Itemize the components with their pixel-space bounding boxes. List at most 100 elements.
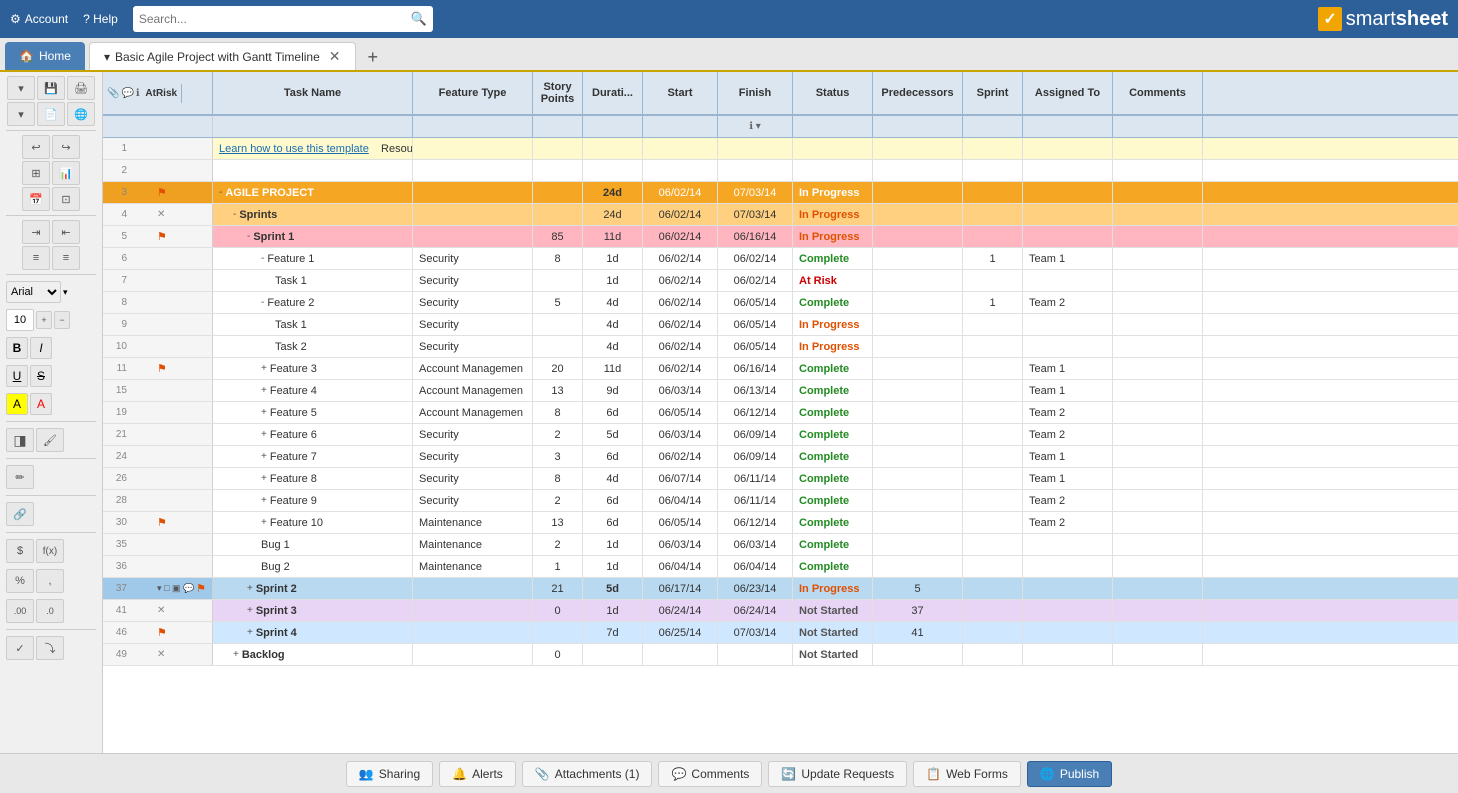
link-button[interactable]: 🔗: [6, 502, 34, 526]
task-name-cell[interactable]: Task 1: [213, 270, 413, 291]
duration-cell[interactable]: 6d: [583, 446, 643, 467]
sprint-cell[interactable]: [963, 556, 1023, 577]
start-cell[interactable]: 06/17/14: [643, 578, 718, 599]
assigned-to-cell[interactable]: Team 1: [1023, 248, 1113, 269]
status-cell[interactable]: Complete: [793, 248, 873, 269]
status-cell[interactable]: Complete: [793, 292, 873, 313]
sprint-cell[interactable]: [963, 380, 1023, 401]
save-button[interactable]: 💾: [37, 76, 65, 100]
finish-cell[interactable]: [718, 138, 793, 159]
feature-type-cell[interactable]: Security: [413, 490, 533, 511]
comments-cell[interactable]: [1113, 622, 1203, 643]
align-right-button[interactable]: ≡: [52, 246, 80, 270]
finish-cell[interactable]: 06/11/14: [718, 468, 793, 489]
duration-cell[interactable]: 9d: [583, 380, 643, 401]
table-row[interactable]: 36Bug 2Maintenance11d06/04/1406/04/14Com…: [103, 556, 1458, 578]
help-menu[interactable]: ? Help: [83, 12, 118, 26]
feature-type-cell[interactable]: Maintenance: [413, 534, 533, 555]
predecessors-cell[interactable]: [873, 226, 963, 247]
start-cell[interactable]: 06/02/14: [643, 358, 718, 379]
sprint-cell[interactable]: [963, 446, 1023, 467]
finish-cell[interactable]: [718, 644, 793, 665]
search-input[interactable]: [139, 12, 411, 26]
feature-type-cell[interactable]: [413, 138, 533, 159]
comments-cell[interactable]: [1113, 534, 1203, 555]
status-cell[interactable]: In Progress: [793, 336, 873, 357]
assigned-to-cell[interactable]: Team 1: [1023, 380, 1113, 401]
finish-cell[interactable]: 06/23/14: [718, 578, 793, 599]
update-requests-button[interactable]: 🔄 Update Requests: [768, 761, 907, 787]
sprint-cell[interactable]: [963, 226, 1023, 247]
indent-button[interactable]: ⇥: [22, 220, 50, 244]
table-row[interactable]: 5⚑- Sprint 18511d06/02/1406/16/14In Prog…: [103, 226, 1458, 248]
table-row[interactable]: 8- Feature 2Security54d06/02/1406/05/14C…: [103, 292, 1458, 314]
sprint-cell[interactable]: [963, 204, 1023, 225]
duration-header[interactable]: Durati...: [583, 72, 643, 114]
start-cell[interactable]: 06/03/14: [643, 534, 718, 555]
task-name-cell[interactable]: - Sprint 1: [213, 226, 413, 247]
comments-cell[interactable]: [1113, 336, 1203, 357]
assigned-to-header[interactable]: Assigned To: [1023, 72, 1113, 114]
task-name-cell[interactable]: + Feature 3: [213, 358, 413, 379]
assigned-to-cell[interactable]: Team 1: [1023, 446, 1113, 467]
assigned-to-cell[interactable]: [1023, 578, 1113, 599]
start-cell[interactable]: 06/05/14: [643, 402, 718, 423]
attachments-button[interactable]: 📎 Attachments (1): [522, 761, 653, 787]
duration-cell[interactable]: 4d: [583, 314, 643, 335]
sprint-cell[interactable]: [963, 512, 1023, 533]
story-points-cell[interactable]: 20: [533, 358, 583, 379]
comments-cell[interactable]: [1113, 380, 1203, 401]
table-row[interactable]: 2: [103, 160, 1458, 182]
task-name-cell[interactable]: Bug 2: [213, 556, 413, 577]
table-row[interactable]: 6- Feature 1Security81d06/02/1406/02/14C…: [103, 248, 1458, 270]
feature-type-cell[interactable]: [413, 182, 533, 203]
feature-type-cell[interactable]: Maintenance: [413, 556, 533, 577]
comments-cell[interactable]: [1113, 292, 1203, 313]
duration-cell[interactable]: 1d: [583, 248, 643, 269]
status-cell[interactable]: In Progress: [793, 314, 873, 335]
comments-cell[interactable]: [1113, 358, 1203, 379]
assigned-to-cell[interactable]: [1023, 534, 1113, 555]
start-cell[interactable]: 06/02/14: [643, 314, 718, 335]
start-cell[interactable]: 06/03/14: [643, 380, 718, 401]
expand-icon[interactable]: +: [261, 517, 267, 528]
predecessors-cell[interactable]: 5: [873, 578, 963, 599]
story-points-cell[interactable]: 5: [533, 292, 583, 313]
finish-cell[interactable]: 06/13/14: [718, 380, 793, 401]
predecessors-cell[interactable]: [873, 138, 963, 159]
sprint-cell[interactable]: [963, 468, 1023, 489]
feature-type-cell[interactable]: Security: [413, 314, 533, 335]
duration-cell[interactable]: 6d: [583, 490, 643, 511]
predecessors-cell[interactable]: [873, 512, 963, 533]
feature-type-cell[interactable]: [413, 204, 533, 225]
task-name-cell[interactable]: - Sprints: [213, 204, 413, 225]
underline-button[interactable]: U: [6, 365, 28, 387]
expand-icon[interactable]: -: [261, 253, 264, 264]
task-name-cell[interactable]: + Feature 9: [213, 490, 413, 511]
status-cell[interactable]: In Progress: [793, 204, 873, 225]
finish-cell[interactable]: [718, 160, 793, 181]
undo-button[interactable]: ↩: [22, 135, 50, 159]
story-points-cell[interactable]: [533, 270, 583, 291]
duration-cell[interactable]: [583, 160, 643, 181]
duration-cell[interactable]: 1d: [583, 600, 643, 621]
duration-cell[interactable]: 11d: [583, 358, 643, 379]
predecessors-cell[interactable]: [873, 468, 963, 489]
assigned-to-cell[interactable]: [1023, 226, 1113, 247]
comments-cell[interactable]: [1113, 468, 1203, 489]
sprint-cell[interactable]: 1: [963, 292, 1023, 313]
bold-button[interactable]: B: [6, 337, 28, 359]
predecessors-cell[interactable]: [873, 644, 963, 665]
finish-cell[interactable]: 06/05/14: [718, 314, 793, 335]
predecessors-cell[interactable]: [873, 182, 963, 203]
comments-cell[interactable]: [1113, 182, 1203, 203]
fill-color-button[interactable]: ◨: [6, 428, 34, 452]
start-cell[interactable]: 06/02/14: [643, 270, 718, 291]
assigned-to-cell[interactable]: [1023, 138, 1113, 159]
predecessors-cell[interactable]: [873, 248, 963, 269]
start-cell[interactable]: [643, 160, 718, 181]
status-cell[interactable]: At Risk: [793, 270, 873, 291]
feature-type-cell[interactable]: Security: [413, 270, 533, 291]
task-name-cell[interactable]: + Feature 7: [213, 446, 413, 467]
predecessors-cell[interactable]: [873, 336, 963, 357]
